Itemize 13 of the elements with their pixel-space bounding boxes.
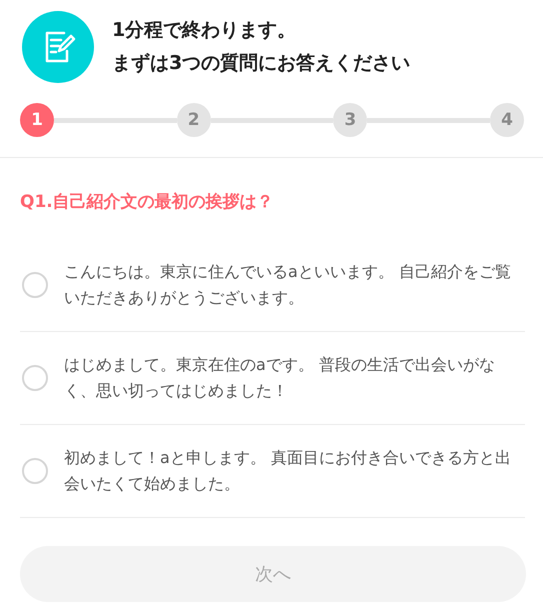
header-text: 1分程で終わります。 [112, 18, 298, 43]
question-title: Q1.自己紹介文の最初の挨拶は？ [19, 191, 275, 214]
radio-button[interactable] [22, 458, 48, 484]
option-text[interactable]: こんにちは。東京に住んでいるaといいます。 自己紹介をご覧いただきありがとうございます。 [64, 259, 516, 311]
step-indicator: 2 [176, 103, 211, 137]
step-indicator: 1 [20, 103, 54, 137]
radio-button[interactable] [22, 365, 48, 391]
step-indicator: 4 [490, 103, 524, 137]
option-text[interactable]: 初めまして！aと申します。 真面目にお付き合いできる方と出会いたくて始めました。 [64, 445, 516, 497]
radio-button[interactable] [22, 272, 48, 298]
header-text: まずは3つの質問にお答えください [112, 51, 410, 76]
option-text[interactable]: はじめまして。東京在住のaです。 普段の生活で出会いがなく、思い切ってはじめました！ [64, 352, 516, 404]
step-indicator: 3 [333, 103, 368, 137]
